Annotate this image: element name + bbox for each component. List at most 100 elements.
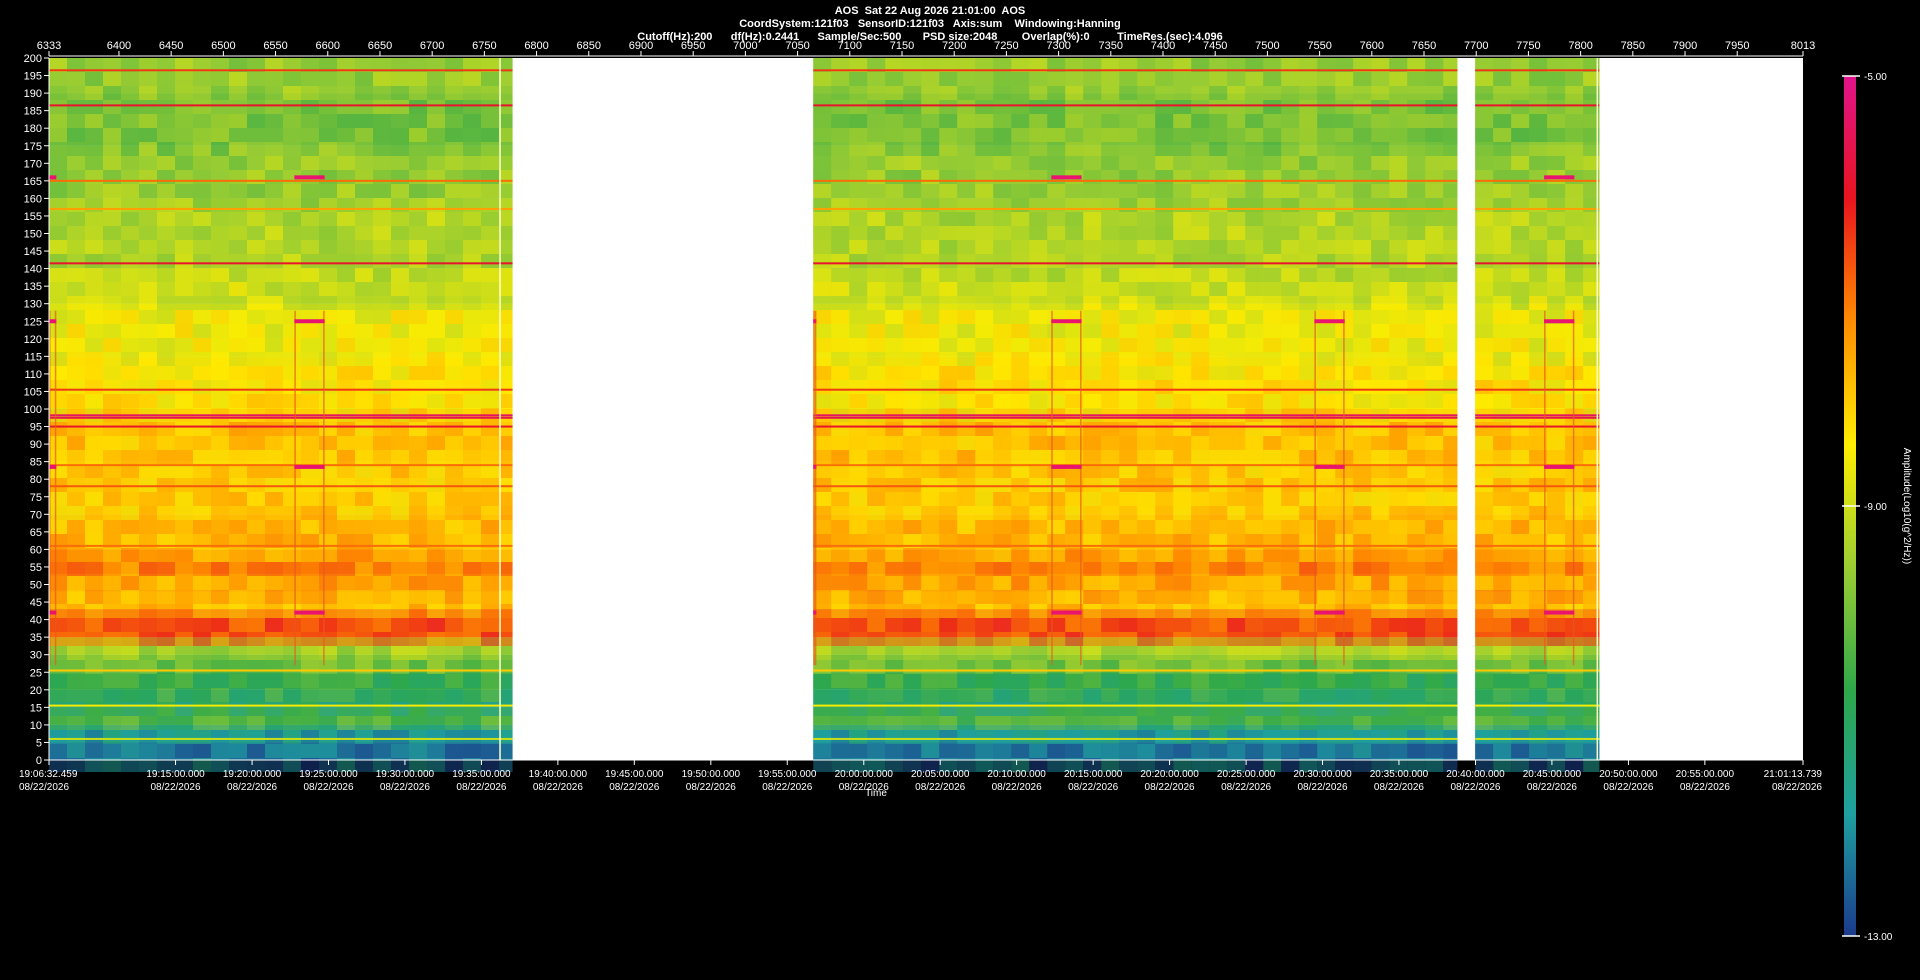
texture-cell — [1493, 646, 1512, 660]
texture-cell — [831, 310, 850, 324]
texture-cell — [1511, 352, 1530, 366]
texture-cell — [1407, 576, 1426, 590]
texture-cell — [373, 394, 391, 408]
texture-cell — [1029, 674, 1048, 688]
texture-cell — [975, 142, 994, 156]
texture-cell — [849, 170, 868, 184]
texture-cell — [1475, 240, 1494, 254]
texture-cell — [1353, 380, 1372, 394]
texture-cell — [445, 212, 463, 226]
texture-cell — [157, 184, 175, 198]
texture-cell — [831, 170, 850, 184]
texture-cell — [193, 744, 211, 758]
colorbar-title: Amplitude(Log10(g^2/Hz)) — [1901, 448, 1912, 564]
texture-cell — [1565, 226, 1584, 240]
texture-cell — [265, 450, 283, 464]
texture-cell — [229, 590, 247, 604]
texture-cell — [1011, 674, 1030, 688]
texture-cell — [1227, 254, 1246, 268]
texture-cell — [301, 394, 319, 408]
texture-cell — [445, 156, 463, 170]
top-tick-label: 7200 — [942, 40, 966, 52]
texture-cell — [121, 506, 139, 520]
texture-cell — [1137, 674, 1156, 688]
texture-cell — [1209, 352, 1228, 366]
texture-cell — [1371, 254, 1390, 268]
texture-cell — [445, 128, 463, 142]
texture-cell — [1263, 366, 1282, 380]
texture-cell — [1245, 646, 1264, 660]
texture-cell — [1389, 268, 1408, 282]
texture-cell — [1565, 114, 1584, 128]
texture-cell — [463, 618, 481, 632]
texture-cell — [337, 282, 355, 296]
texture-cell — [1493, 296, 1512, 310]
texture-cell — [1173, 520, 1192, 534]
texture-cell — [1493, 492, 1512, 506]
texture-cell — [85, 660, 103, 674]
texture-cell — [813, 156, 832, 170]
texture-cell — [139, 310, 157, 324]
texture-cell — [193, 170, 211, 184]
texture-cell — [1101, 324, 1120, 338]
texture-cell — [49, 268, 67, 282]
texture-cell — [1101, 520, 1120, 534]
texture-cell — [499, 618, 513, 632]
texture-cell — [355, 450, 373, 464]
tone-line — [813, 464, 1458, 467]
texture-cell — [49, 478, 67, 492]
texture-cell — [957, 702, 976, 716]
texture-cell — [319, 366, 337, 380]
texture-cell — [463, 590, 481, 604]
texture-cell — [903, 128, 922, 142]
texture-cell — [1299, 226, 1318, 240]
texture-cell — [139, 632, 157, 646]
texture-cell — [265, 296, 283, 310]
texture-cell — [1263, 744, 1282, 758]
texture-cell — [1047, 142, 1066, 156]
texture-cell — [1407, 338, 1426, 352]
texture-cell — [1245, 380, 1264, 394]
texture-cell — [67, 268, 85, 282]
texture-cell — [1281, 72, 1300, 86]
texture-cell — [1425, 324, 1444, 338]
texture-cell — [301, 338, 319, 352]
texture-cell — [355, 100, 373, 114]
texture-cell — [885, 366, 904, 380]
texture-cell — [1371, 520, 1390, 534]
texture-cell — [1565, 184, 1584, 198]
texture-cell — [1353, 338, 1372, 352]
texture-cell — [1227, 604, 1246, 618]
texture-cell — [1101, 562, 1120, 576]
texture-cell — [993, 394, 1012, 408]
texture-cell — [463, 212, 481, 226]
texture-cell — [103, 366, 121, 380]
texture-cell — [175, 366, 193, 380]
texture-cell — [301, 660, 319, 674]
texture-cell — [247, 310, 265, 324]
texture-cell — [813, 716, 832, 730]
texture-cell — [67, 156, 85, 170]
burst-tone — [294, 175, 325, 180]
texture-cell — [391, 506, 409, 520]
texture-cell — [301, 380, 319, 394]
spectrogram-plot-area[interactable] — [49, 58, 1803, 772]
texture-cell — [103, 520, 121, 534]
y-tick-label: 55 — [30, 562, 42, 574]
texture-cell — [1119, 240, 1138, 254]
texture-cell — [1137, 576, 1156, 590]
texture-cell — [481, 576, 499, 590]
texture-cell — [1101, 674, 1120, 688]
texture-cell — [957, 492, 976, 506]
x-tick-time-label: 20:50:00.000 — [1599, 769, 1658, 780]
texture-cell — [319, 716, 337, 730]
texture-cell — [885, 296, 904, 310]
texture-cell — [193, 436, 211, 450]
texture-cell — [1191, 100, 1210, 114]
texture-cell — [175, 688, 193, 702]
texture-cell — [499, 478, 513, 492]
texture-cell — [193, 716, 211, 730]
texture-cell — [1119, 618, 1138, 632]
texture-cell — [481, 674, 499, 688]
texture-cell — [1425, 716, 1444, 730]
